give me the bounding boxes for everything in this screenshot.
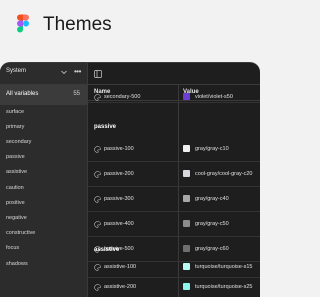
color-swatch — [183, 220, 190, 227]
variable-name: passive-100 — [104, 146, 134, 152]
sidebar-item-shadows[interactable]: shadows — [6, 261, 28, 267]
table-row[interactable]: passive-100 gray/gray-c10 — [88, 137, 260, 162]
figma-logo-icon — [17, 14, 29, 33]
section-header-assistive: assistive — [94, 247, 120, 253]
variable-name: assistive-200 — [104, 284, 137, 290]
table-row[interactable]: passive-200 cool-gray/cool-gray-c20 — [88, 162, 260, 187]
color-swatch — [183, 170, 190, 177]
color-swatch — [183, 93, 190, 100]
page-title: Themes — [43, 14, 112, 35]
variable-value: turquoise/turquoise-s25 — [195, 284, 253, 290]
color-swatch — [183, 145, 190, 152]
variable-value: gray/gray-c50 — [195, 221, 229, 227]
color-variable-icon — [94, 146, 101, 153]
sidebar-item-passive[interactable]: passive — [6, 154, 25, 160]
variables-panel: System ••• All variables 55 surface prim… — [0, 62, 260, 297]
sidebar-item-focus[interactable]: focus — [6, 245, 19, 251]
chevron-down-icon — [61, 70, 67, 75]
header: Themes — [0, 0, 260, 50]
sidebar-item-primary[interactable]: primary — [6, 124, 24, 130]
sidebar-toggle-icon[interactable] — [94, 70, 102, 78]
sidebar-item-positive[interactable]: positive — [6, 200, 25, 206]
section-header-passive: passive — [94, 124, 117, 130]
table-row[interactable]: passive-300 gray/gray-c40 — [88, 187, 260, 212]
color-swatch — [183, 283, 190, 290]
variable-count: 55 — [73, 91, 80, 97]
color-variable-icon — [94, 284, 101, 291]
variable-value: violet/violet-s50 — [195, 94, 233, 100]
color-variable-icon — [94, 94, 101, 101]
variables-table: Name Value secondary-500 violet/violet-s… — [88, 63, 260, 297]
table-row[interactable]: assistive-100 turquoise/turquoise-s15 — [88, 258, 260, 278]
sidebar-item-secondary[interactable]: secondary — [6, 139, 31, 145]
sidebar-item-all-variables[interactable]: All variables 55 — [0, 85, 88, 105]
more-options-button[interactable]: ••• — [74, 67, 81, 76]
color-variable-icon — [94, 221, 101, 228]
color-swatch — [183, 245, 190, 252]
color-swatch — [183, 263, 190, 270]
sidebar-item-surface[interactable]: surface — [6, 109, 24, 115]
variable-name: passive-200 — [104, 171, 134, 177]
variable-value: gray/gray-c60 — [195, 246, 229, 252]
sidebar-item-label: All variables — [6, 91, 39, 97]
color-variable-icon — [94, 196, 101, 203]
sidebar-item-negative[interactable]: negative — [6, 215, 27, 221]
variable-value: gray/gray-c40 — [195, 196, 229, 202]
variable-name: passive-400 — [104, 221, 134, 227]
sidebar-item-constructive[interactable]: constructive — [6, 230, 35, 236]
table-toolbar — [88, 63, 260, 85]
variable-value: cool-gray/cool-gray-c20 — [195, 171, 253, 177]
collection-selector[interactable]: System ••• — [0, 63, 87, 85]
variable-name: assistive-100 — [104, 264, 137, 270]
variable-name: passive-300 — [104, 196, 134, 202]
color-variable-icon — [94, 264, 101, 271]
sidebar-item-caution[interactable]: caution — [6, 185, 24, 191]
color-swatch — [183, 195, 190, 202]
table-row[interactable]: assistive-200 turquoise/turquoise-s25 — [88, 278, 260, 297]
variable-name: secondary-500 — [104, 94, 141, 100]
table-row[interactable]: passive-400 gray/gray-c50 — [88, 212, 260, 237]
collection-name: System — [6, 68, 27, 74]
sidebar: System ••• All variables 55 surface prim… — [0, 63, 88, 297]
variable-value: turquoise/turquoise-s15 — [195, 264, 253, 270]
table-row[interactable]: secondary-500 violet/violet-s50 — [88, 93, 260, 103]
sidebar-item-assistive[interactable]: assistive — [6, 169, 27, 175]
variable-value: gray/gray-c10 — [195, 146, 229, 152]
color-variable-icon — [94, 171, 101, 178]
